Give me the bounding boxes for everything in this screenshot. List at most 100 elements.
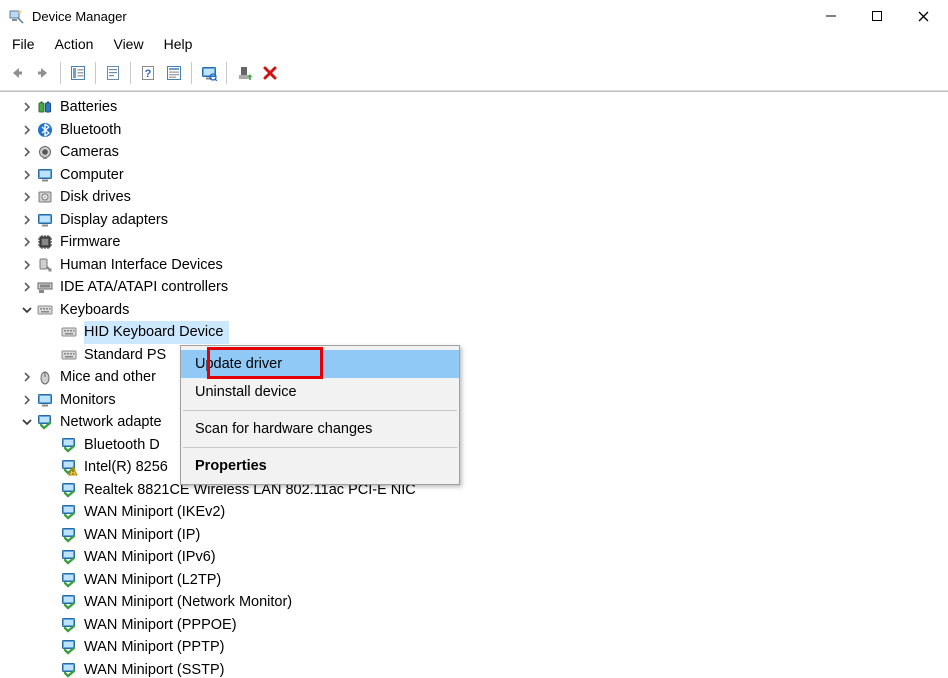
chevron-right-icon[interactable] (20, 213, 34, 227)
display-adapter-icon (36, 211, 54, 229)
node-label: WAN Miniport (IKEv2) (84, 501, 231, 524)
node-label: Computer (60, 164, 130, 187)
enable-icon (236, 65, 252, 81)
node-display-adapters[interactable]: Display adapters (0, 209, 948, 232)
network-adapter-icon (60, 526, 78, 544)
node-mice[interactable]: Mice and other (0, 366, 948, 389)
node-bt-adapter[interactable]: Bluetooth D (0, 434, 948, 457)
node-label: Network adapte (60, 411, 168, 434)
node-wan-pppoe[interactable]: WAN Miniport (PPPOE) (0, 614, 948, 637)
properties-icon (105, 65, 121, 81)
node-wan-pptp[interactable]: WAN Miniport (PPTP) (0, 636, 948, 659)
network-adapter-icon (60, 436, 78, 454)
uninstall-device-button[interactable] (257, 60, 283, 86)
device-tree[interactable]: Batteries Bluetooth Cameras Computer Dis… (0, 92, 948, 678)
menu-action[interactable]: Action (45, 34, 104, 54)
node-label: HID Keyboard Device (84, 321, 229, 344)
chevron-right-icon[interactable] (20, 145, 34, 159)
toolbar-separator (191, 62, 192, 84)
node-hid-keyboard[interactable]: HID Keyboard Device (0, 321, 948, 344)
node-label: Bluetooth D (84, 434, 166, 457)
node-wan-sstp[interactable]: WAN Miniport (SSTP) (0, 659, 948, 678)
scan-icon (201, 65, 217, 81)
node-cameras[interactable]: Cameras (0, 141, 948, 164)
chevron-right-icon[interactable] (20, 370, 34, 384)
close-button[interactable] (900, 0, 946, 32)
chevron-right-icon[interactable] (20, 235, 34, 249)
node-label: Cameras (60, 141, 125, 164)
chevron-right-icon[interactable] (20, 123, 34, 137)
action-list-button[interactable] (161, 60, 187, 86)
node-wan-ipv6[interactable]: WAN Miniport (IPv6) (0, 546, 948, 569)
node-standard-ps2-keyboard[interactable]: Standard PS (0, 344, 948, 367)
properties-button[interactable] (100, 60, 126, 86)
computer-icon (36, 166, 54, 184)
toolbar-separator (95, 62, 96, 84)
keyboard-icon (36, 301, 54, 319)
node-label: Batteries (60, 96, 123, 119)
node-monitors[interactable]: Monitors (0, 389, 948, 412)
toolbar-separator (60, 62, 61, 84)
node-bluetooth[interactable]: Bluetooth (0, 119, 948, 142)
minimize-button[interactable] (808, 0, 854, 32)
menu-view[interactable]: View (103, 34, 153, 54)
node-network-adapters[interactable]: Network adapte (0, 411, 948, 434)
list-icon (166, 65, 182, 81)
node-disk-drives[interactable]: Disk drives (0, 186, 948, 209)
chevron-right-icon[interactable] (20, 393, 34, 407)
node-wan-ip[interactable]: WAN Miniport (IP) (0, 524, 948, 547)
node-wan-l2tp[interactable]: WAN Miniport (L2TP) (0, 569, 948, 592)
arrow-left-icon (9, 65, 25, 81)
node-label: Standard PS (84, 344, 172, 367)
ide-icon (36, 278, 54, 296)
close-icon (918, 11, 929, 22)
disk-icon (36, 188, 54, 206)
network-adapter-icon (60, 661, 78, 678)
monitor-icon (36, 391, 54, 409)
node-label: WAN Miniport (SSTP) (84, 659, 230, 678)
network-adapter-icon (60, 593, 78, 611)
maximize-button[interactable] (854, 0, 900, 32)
node-label: Intel(R) 8256 (84, 456, 174, 479)
node-hid[interactable]: Human Interface Devices (0, 254, 948, 277)
node-ide[interactable]: IDE ATA/ATAPI controllers (0, 276, 948, 299)
chevron-right-icon[interactable] (20, 190, 34, 204)
node-label: Firmware (60, 231, 126, 254)
node-keyboards[interactable]: Keyboards (0, 299, 948, 322)
nav-forward-button[interactable] (30, 60, 56, 86)
node-wan-nm[interactable]: WAN Miniport (Network Monitor) (0, 591, 948, 614)
ctx-properties[interactable]: Properties (181, 452, 459, 480)
context-menu: Update driver Uninstall device Scan for … (180, 345, 460, 485)
chevron-right-icon[interactable] (20, 168, 34, 182)
enable-device-button[interactable] (231, 60, 257, 86)
node-label: IDE ATA/ATAPI controllers (60, 276, 234, 299)
node-batteries[interactable]: Batteries (0, 96, 948, 119)
menu-file[interactable]: File (2, 34, 45, 54)
ctx-update-driver[interactable]: Update driver (181, 350, 459, 378)
node-realtek-adapter[interactable]: Realtek 8821CE Wireless LAN 802.11ac PCI… (0, 479, 948, 502)
node-firmware[interactable]: Firmware (0, 231, 948, 254)
menu-help[interactable]: Help (154, 34, 203, 54)
chevron-right-icon[interactable] (20, 258, 34, 272)
node-wan-ikev2[interactable]: WAN Miniport (IKEv2) (0, 501, 948, 524)
node-label: Monitors (60, 389, 122, 412)
help-icon (140, 65, 156, 81)
show-hide-tree-button[interactable] (65, 60, 91, 86)
nav-back-button[interactable] (4, 60, 30, 86)
ctx-scan-hardware[interactable]: Scan for hardware changes (181, 415, 459, 443)
red-x-icon (262, 65, 278, 81)
chevron-right-icon[interactable] (20, 100, 34, 114)
help-button[interactable] (135, 60, 161, 86)
network-adapter-icon (60, 616, 78, 634)
scan-hardware-button[interactable] (196, 60, 222, 86)
chevron-down-icon[interactable] (20, 415, 34, 429)
chevron-right-icon[interactable] (20, 280, 34, 294)
window-title: Device Manager (32, 9, 127, 24)
node-intel-adapter[interactable]: Intel(R) 8256 (0, 456, 948, 479)
node-label: Mice and other (60, 366, 162, 389)
hid-icon (36, 256, 54, 274)
chevron-down-icon[interactable] (20, 303, 34, 317)
node-computer[interactable]: Computer (0, 164, 948, 187)
ctx-uninstall-device[interactable]: Uninstall device (181, 378, 459, 406)
mouse-icon (36, 368, 54, 386)
